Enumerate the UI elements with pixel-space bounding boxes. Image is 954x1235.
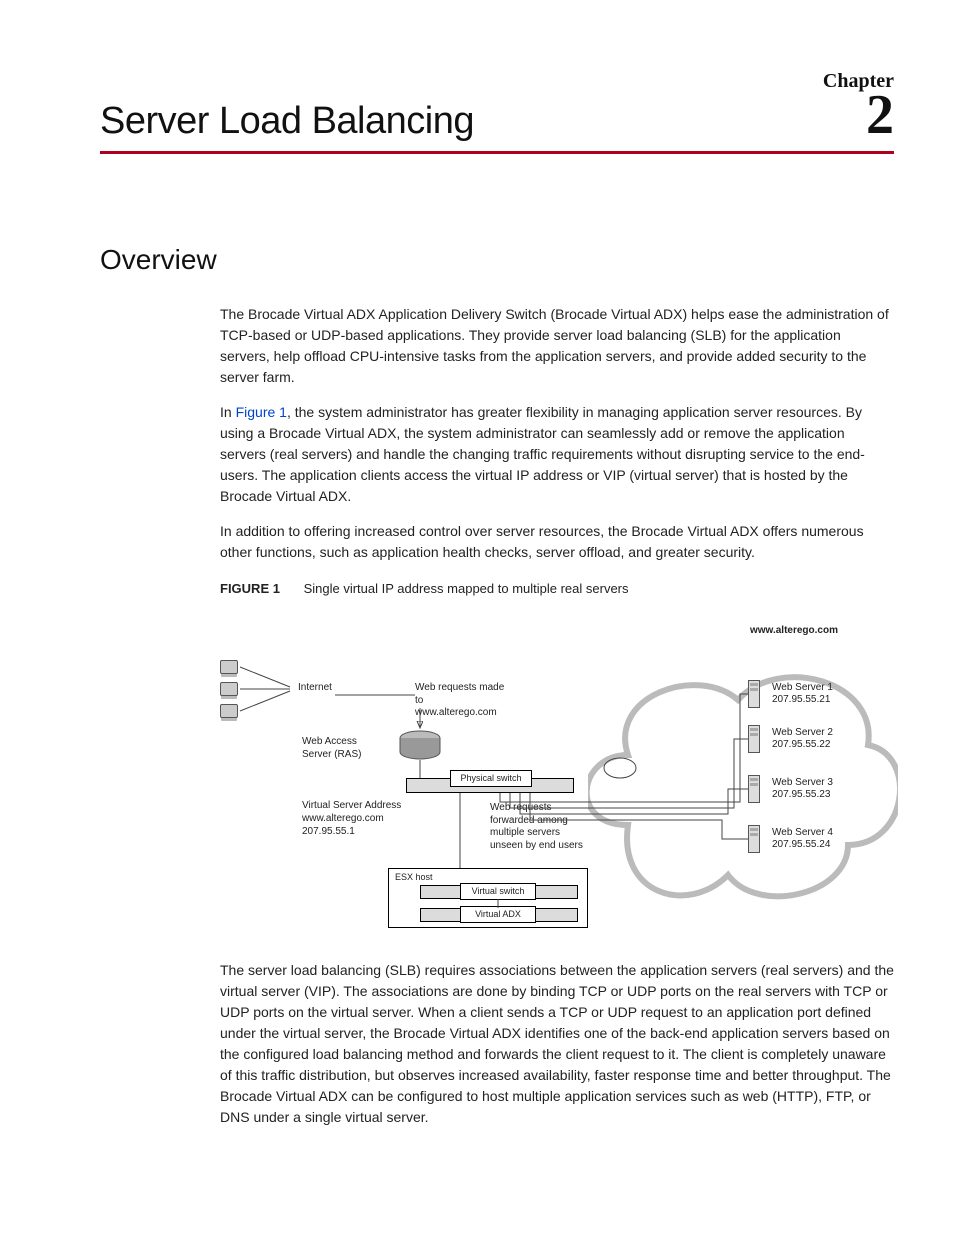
paragraph: In addition to offering increased contro… [220,521,894,563]
chapter-number: 2 [866,87,894,143]
figure-caption: FIGURE 1 Single virtual IP address mappe… [220,581,894,596]
body-text-block: The Brocade Virtual ADX Application Deli… [220,304,894,1128]
paragraph: In Figure 1, the system administrator ha… [220,402,894,507]
paragraph: The server load balancing (SLB) requires… [220,960,894,1128]
text: In [220,404,236,420]
page-title: Server Load Balancing [100,100,474,143]
paragraph: The Brocade Virtual ADX Application Deli… [220,304,894,388]
figure-label: FIGURE 1 [220,581,280,596]
title-row: Server Load Balancing 2 [100,87,894,154]
figure-diagram: www.alterego.com Internet Web requests m… [220,610,880,940]
figure-link[interactable]: Figure 1 [236,404,287,420]
section-heading-overview: Overview [100,244,894,276]
text: , the system administrator has greater f… [220,404,865,504]
figure-caption-text: Single virtual IP address mapped to mult… [304,581,629,596]
wiring-svg [220,610,880,940]
